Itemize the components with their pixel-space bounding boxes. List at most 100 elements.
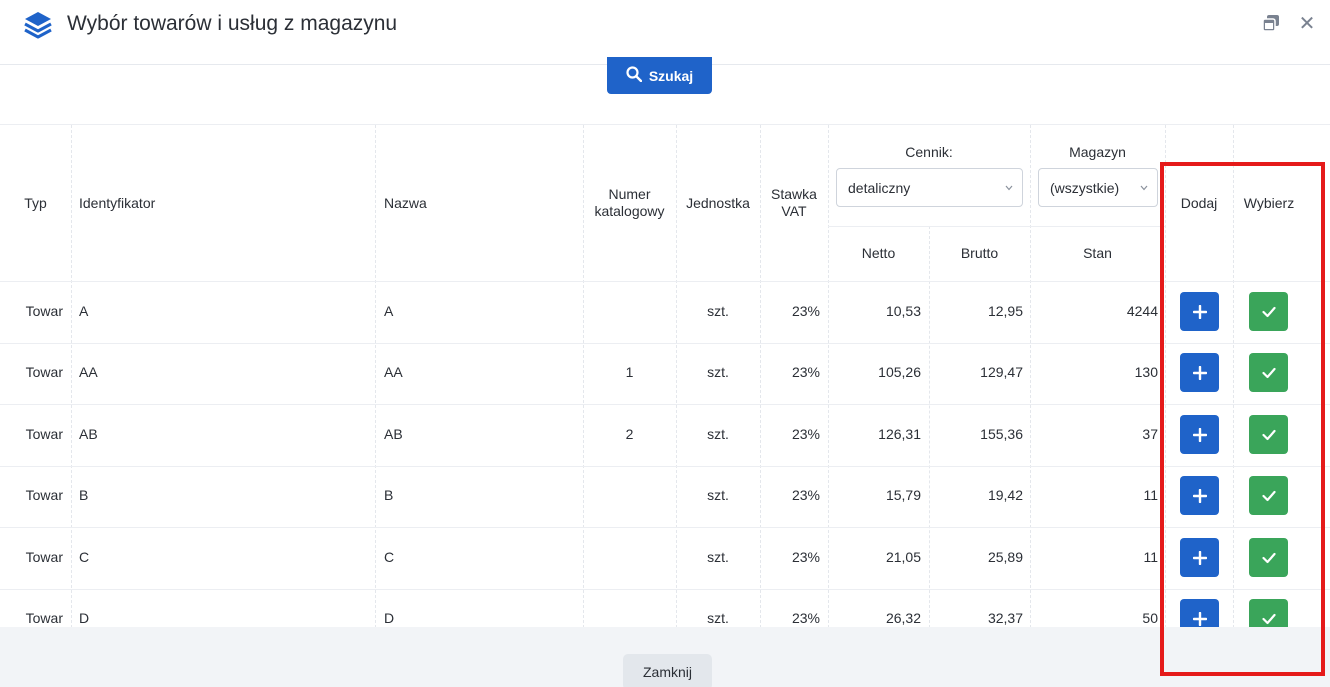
cell-stan: 37: [1142, 426, 1158, 442]
check-icon: [1261, 306, 1276, 317]
cell-typ: Towar: [25, 364, 63, 380]
chevron-down-icon: [1005, 183, 1013, 193]
cell-typ: Towar: [25, 487, 63, 503]
plus-icon: [1192, 304, 1207, 319]
cell-nazwa: D: [384, 610, 395, 626]
add-button[interactable]: [1180, 599, 1219, 627]
restore-window-icon[interactable]: [1260, 12, 1282, 34]
cell-netto: 21,05: [885, 549, 921, 565]
check-icon: [1261, 429, 1276, 440]
select-button[interactable]: [1249, 353, 1288, 392]
column-header-cennik: Cennik:: [905, 144, 953, 160]
add-button[interactable]: [1180, 353, 1219, 392]
cell-identyfikator: C: [79, 549, 90, 565]
magazyn-select[interactable]: (wszystkie): [1038, 168, 1158, 207]
cell-typ: Towar: [25, 610, 63, 626]
check-icon: [1261, 552, 1276, 563]
add-button[interactable]: [1180, 476, 1219, 515]
search-button[interactable]: Szukaj: [607, 57, 712, 94]
cell-brutto: 12,95: [987, 303, 1023, 319]
search-icon: [626, 66, 643, 85]
column-header-magazyn: Magazyn: [1069, 144, 1126, 160]
cell-netto: 26,32: [885, 610, 921, 626]
cell-nazwa: A: [384, 303, 394, 319]
cell-netto: 10,53: [885, 303, 921, 319]
plus-icon: [1192, 427, 1207, 442]
plus-icon: [1192, 550, 1207, 565]
chevron-down-icon: [1140, 183, 1148, 193]
add-button[interactable]: [1180, 292, 1219, 331]
cell-stawka-vat: 23%: [791, 364, 820, 380]
cell-stan: 50: [1142, 610, 1158, 626]
select-button[interactable]: [1249, 476, 1288, 515]
plus-icon: [1192, 611, 1207, 626]
products-table: Typ Identyfikator Nazwa Numer katalogowy…: [0, 124, 1330, 627]
cell-typ: Towar: [25, 549, 63, 565]
cell-numer-katalogowy: 1: [625, 364, 634, 380]
column-header-identyfikator[interactable]: Identyfikator: [79, 195, 155, 212]
cell-netto: 126,31: [878, 426, 921, 442]
cell-stawka-vat: 23%: [791, 426, 820, 442]
close-button[interactable]: Zamknij: [623, 654, 712, 687]
cell-identyfikator: B: [79, 487, 89, 503]
plus-icon: [1192, 488, 1207, 503]
check-icon: [1261, 613, 1276, 624]
dialog-footer: Zamknij: [0, 627, 1330, 687]
column-header-dodaj: Dodaj: [1180, 195, 1218, 211]
cell-stan: 11: [1143, 549, 1158, 565]
cell-stan: 130: [1134, 364, 1158, 380]
cell-identyfikator: AB: [79, 426, 98, 442]
column-header-netto: Netto: [861, 245, 896, 261]
cell-brutto: 155,36: [980, 426, 1023, 442]
search-button-label: Szukaj: [648, 67, 694, 84]
close-icon[interactable]: ✕: [1296, 12, 1318, 35]
column-header-typ: Typ: [24, 195, 47, 211]
cell-jednostka: szt.: [707, 487, 729, 503]
column-header-stan: Stan: [1083, 245, 1112, 261]
cell-stan: 4244: [1126, 303, 1158, 319]
cell-numer-katalogowy: 2: [625, 426, 634, 442]
cell-brutto: 25,89: [987, 549, 1023, 565]
select-button[interactable]: [1249, 599, 1288, 627]
cennik-select[interactable]: detaliczny: [836, 168, 1023, 207]
magazyn-select-value: (wszystkie): [1050, 179, 1120, 196]
cell-stawka-vat: 23%: [791, 303, 820, 319]
column-header-stawka-vat: Stawka VAT: [771, 186, 817, 219]
select-button[interactable]: [1249, 538, 1288, 577]
cell-stawka-vat: 23%: [791, 610, 820, 626]
cell-jednostka: szt.: [707, 303, 729, 319]
column-header-numer-katalogowy[interactable]: Numer katalogowy: [583, 186, 676, 220]
dialog-header: Wybór towarów i usług z magazynu ✕: [0, 0, 1330, 65]
cell-nazwa: B: [384, 487, 394, 503]
plus-icon: [1192, 365, 1207, 380]
cell-jednostka: szt.: [707, 610, 729, 626]
column-header-wybierz: Wybierz: [1243, 195, 1295, 211]
cell-netto: 15,79: [885, 487, 921, 503]
cell-brutto: 19,42: [987, 487, 1023, 503]
cell-nazwa: AA: [384, 364, 403, 380]
cell-identyfikator: AA: [79, 364, 98, 380]
check-icon: [1261, 490, 1276, 501]
cell-netto: 105,26: [878, 364, 921, 380]
add-button[interactable]: [1180, 538, 1219, 577]
dialog-title: Wybór towarów i usług z magazynu: [67, 12, 398, 35]
column-header-nazwa[interactable]: Nazwa: [384, 195, 427, 212]
select-button[interactable]: [1249, 415, 1288, 454]
cell-nazwa: AB: [384, 426, 403, 442]
cell-stawka-vat: 23%: [791, 549, 820, 565]
cell-brutto: 32,37: [987, 610, 1023, 626]
select-button[interactable]: [1249, 292, 1288, 331]
cell-jednostka: szt.: [707, 426, 729, 442]
column-header-brutto: Brutto: [960, 245, 999, 261]
cell-stan: 11: [1143, 487, 1158, 503]
cell-nazwa: C: [384, 549, 395, 565]
add-button[interactable]: [1180, 415, 1219, 454]
cell-identyfikator: A: [79, 303, 89, 319]
cell-typ: Towar: [25, 426, 63, 442]
cell-jednostka: szt.: [707, 549, 729, 565]
cennik-select-value: detaliczny: [848, 179, 911, 196]
column-header-jednostka: Jednostka: [686, 195, 750, 211]
cell-identyfikator: D: [79, 610, 90, 626]
cell-jednostka: szt.: [707, 364, 729, 380]
cell-stawka-vat: 23%: [791, 487, 820, 503]
